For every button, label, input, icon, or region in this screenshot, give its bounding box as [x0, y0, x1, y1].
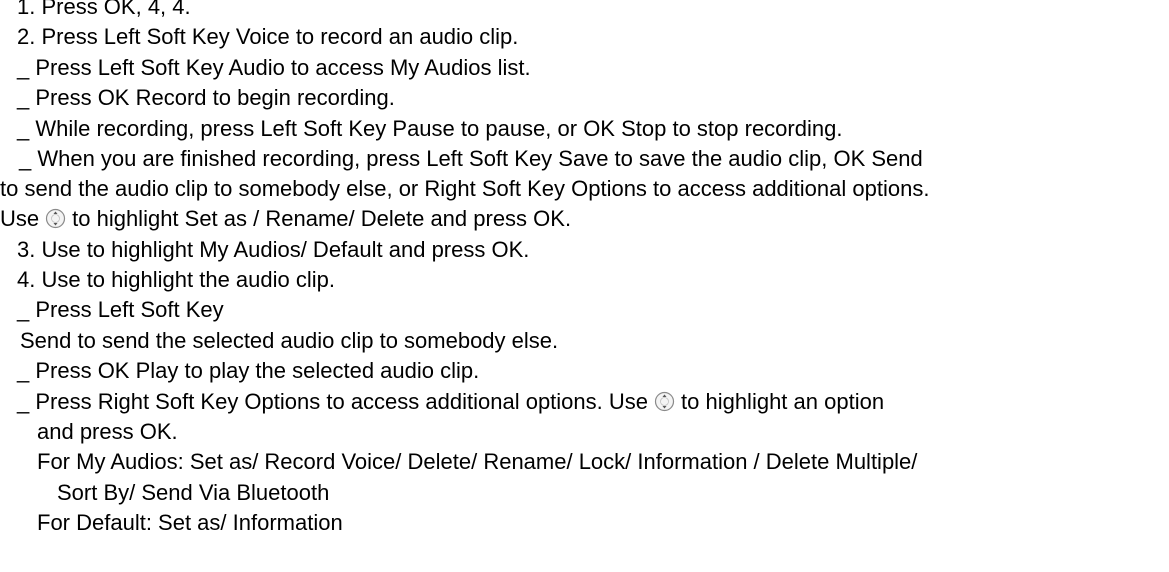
step-2: 2. Press Left Soft Key Voice to record a… [17, 24, 519, 49]
default-options: For Default: Set as/ Information [37, 510, 343, 535]
step-4-sub-options-cont: and press OK. [37, 419, 178, 444]
step-2-sub-audio: _ Press Left Soft Key Audio to access My… [17, 55, 531, 80]
manual-page: { "lines": { "l0": "1. Press OK, 4, 4.",… [0, 0, 1169, 572]
step-2-use-line: Use to highlight Set as / Rename/ Delete … [0, 207, 571, 231]
my-audios-options: For My Audios: Set as/ Record Voice/ Del… [37, 449, 918, 474]
step-2-sub-record: _ Press OK Record to begin recording. [17, 85, 395, 110]
step-4-sub-play: _ Press OK Play to play the selected aud… [17, 358, 480, 383]
navigation-key-icon [45, 208, 66, 229]
step-3: 3. Use to highlight My Audios/ Default a… [17, 237, 530, 262]
step-4-sub-send-cont: Send to send the selected audio clip to … [20, 328, 559, 353]
step-4-sub-options: _ Press Right Soft Key Options to access… [17, 390, 884, 414]
step-2-sub-pause: _ While recording, press Left Soft Key P… [17, 116, 843, 141]
step-2-sub-finished: _ When you are finished recording, press… [19, 146, 923, 171]
step-4-sub-send: _ Press Left Soft Key [17, 297, 224, 322]
navigation-key-icon [654, 391, 675, 412]
options-highlight-text: to highlight an option [681, 389, 885, 414]
step-4: 4. Use to highlight the audio clip. [17, 267, 335, 292]
options-text: _ Press Right Soft Key Options to access… [17, 389, 648, 414]
my-audios-options-cont: Sort By/ Send Via Bluetooth [57, 480, 330, 505]
step-1: 1. Press OK, 4, 4. [17, 0, 191, 19]
step-2-sub-finished-cont: to send the audio clip to somebody else,… [0, 176, 930, 201]
use-action-text: to highlight Set as / Rename/ Delete and… [72, 206, 572, 231]
use-label: Use [0, 206, 40, 231]
